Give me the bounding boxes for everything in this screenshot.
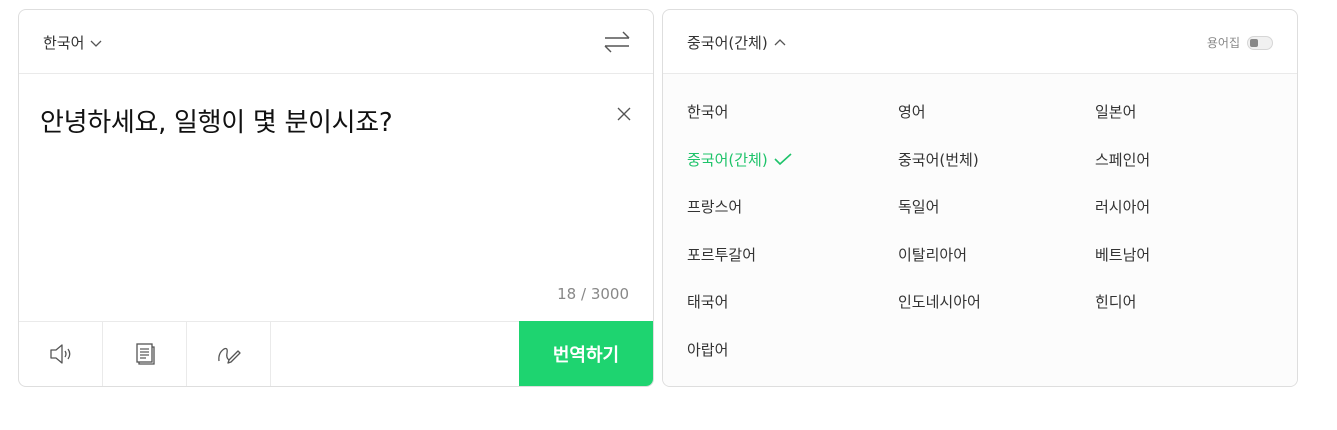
language-option[interactable]: 태국어 bbox=[687, 291, 728, 312]
language-dropdown: 한국어 영어 일본어중국어(간체) 중국어(번체) 스페인어프랑스어 독일어 러시아어포르투… bbox=[663, 74, 1297, 386]
speaker-icon bbox=[49, 344, 70, 364]
language-option-label: 프랑스어 bbox=[687, 198, 743, 216]
language-option-label: 한국어 bbox=[687, 103, 729, 121]
language-option[interactable]: 한국어 bbox=[687, 101, 728, 122]
document-copy-icon bbox=[135, 343, 155, 365]
copy-button[interactable] bbox=[103, 322, 187, 386]
language-option-label: 일본어 bbox=[1095, 103, 1137, 121]
source-panel: 한국어 안녕하세요, 일행이 몇 분이시죠? 18 / 3000 번역하기 bbox=[18, 9, 654, 387]
source-header: 한국어 bbox=[19, 10, 653, 74]
source-toolbar: 번역하기 bbox=[19, 321, 653, 386]
language-option-label: 태국어 bbox=[687, 293, 729, 311]
language-option[interactable]: 힌디어 bbox=[1095, 291, 1136, 312]
language-option[interactable]: 독일어 bbox=[898, 196, 939, 217]
language-option-label: 아랍어 bbox=[687, 340, 729, 359]
language-option[interactable]: 아랍어 bbox=[687, 339, 728, 360]
chevron-down-icon bbox=[90, 40, 102, 47]
glossary-toggle[interactable]: 용어집 bbox=[1207, 34, 1273, 51]
language-option[interactable]: 러시아어 bbox=[1095, 196, 1150, 217]
language-option-label: 중국어(번체) bbox=[898, 150, 979, 169]
language-option[interactable]: 일본어 bbox=[1095, 101, 1136, 122]
swap-languages-icon[interactable] bbox=[603, 30, 631, 54]
language-option[interactable]: 중국어(간체) bbox=[687, 149, 792, 170]
source-language-label: 한국어 bbox=[43, 34, 85, 52]
language-option-label: 이탈리아어 bbox=[898, 245, 968, 264]
language-option-label: 베트남어 bbox=[1095, 245, 1151, 264]
language-option[interactable]: 프랑스어 bbox=[687, 196, 742, 217]
language-option[interactable]: 중국어(번체) bbox=[898, 149, 979, 170]
character-count-limit: 3000 bbox=[590, 285, 629, 303]
language-option[interactable]: 영어 bbox=[898, 101, 926, 122]
target-language-select[interactable]: 중국어(간체) bbox=[687, 32, 786, 53]
language-option[interactable]: 포르투갈어 bbox=[687, 244, 756, 265]
language-option-label: 인도네시아어 bbox=[898, 293, 981, 311]
handwriting-pen-icon bbox=[217, 347, 241, 364]
check-icon bbox=[774, 153, 792, 166]
glossary-label: 용어집 bbox=[1206, 36, 1240, 50]
language-option-label: 힌디어 bbox=[1095, 293, 1137, 311]
language-option[interactable]: 인도네시아어 bbox=[898, 291, 981, 312]
language-option-label: 독일어 bbox=[898, 198, 940, 216]
language-option-label: 스페인어 bbox=[1095, 150, 1151, 169]
character-count-separator: / bbox=[576, 285, 591, 303]
close-icon[interactable] bbox=[617, 107, 631, 121]
bookmark-icon bbox=[1250, 38, 1258, 47]
language-option[interactable]: 이탈리아어 bbox=[898, 244, 967, 265]
glossary-switch[interactable] bbox=[1247, 35, 1273, 50]
target-language-label: 중국어(간체) bbox=[687, 34, 768, 52]
target-header: 중국어(간체) 용어집 bbox=[663, 10, 1297, 74]
target-panel: 중국어(간체) 용어집 한국어 영어 일본어 중국어(간체) 중국어(번체) 스페인어 프랑… bbox=[662, 9, 1298, 387]
language-option[interactable]: 스페인어 bbox=[1095, 149, 1150, 170]
source-text[interactable]: 안녕하세요, 일행이 몇 분이시죠? bbox=[40, 102, 393, 139]
language-option-label: 러시아어 bbox=[1095, 198, 1151, 216]
language-option[interactable]: 베트남어 bbox=[1095, 244, 1150, 265]
translate-button[interactable]: 번역하기 bbox=[519, 321, 653, 386]
listen-button[interactable] bbox=[19, 322, 103, 386]
handwriting-button[interactable] bbox=[187, 322, 271, 386]
chevron-up-icon bbox=[774, 38, 786, 45]
character-count-current: 18 bbox=[557, 285, 577, 303]
language-option-label: 포르투갈어 bbox=[687, 245, 757, 264]
character-count: 18 / 3000 bbox=[557, 285, 629, 303]
source-language-select[interactable]: 한국어 bbox=[43, 32, 102, 53]
language-option-label: 중국어(간체) bbox=[687, 150, 768, 169]
language-option-label: 영어 bbox=[898, 103, 926, 121]
